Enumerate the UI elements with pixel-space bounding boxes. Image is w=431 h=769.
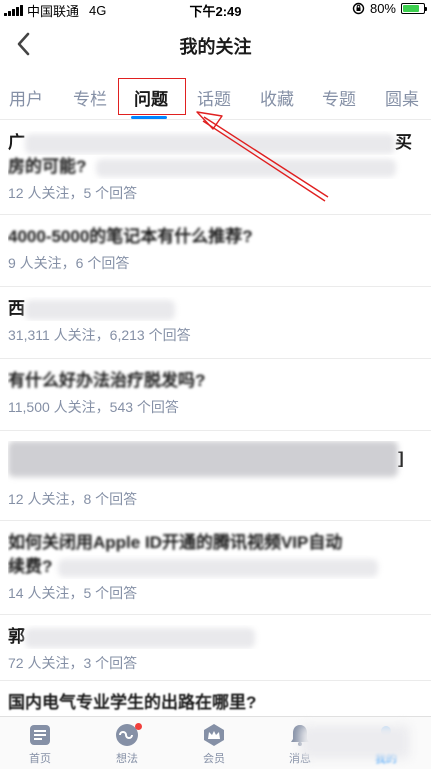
redacted-text [25,299,175,320]
list-item[interactable]: 有什么好办法治疗脱发吗? 11,500 人关注，543 个回答 [0,359,431,431]
question-title-line2: 续费? [8,555,421,579]
tab-topics[interactable]: 话题 [197,85,231,110]
redacted-text [58,558,379,577]
question-title: 郭 [8,625,421,649]
tab-specials[interactable]: 专题 [322,85,356,110]
page-title: 我的关注 [179,37,252,57]
status-bar: 中国联通 4G 下午2:49 80% [0,0,431,19]
question-title: 如何关闭用Apple ID开通的腾讯视频VIP自动 [8,533,343,552]
tabbar-vip-label: 会员 [203,753,225,765]
bottom-tab-bar: 首页 想法 会员 消息 我的 [0,716,431,769]
tab-columns[interactable]: 专栏 [73,85,107,110]
list-item[interactable]: 广买 房的可能? 12 人关注，5 个回答 [0,121,431,215]
tabbar-home-label: 首页 [29,753,51,765]
question-stats: 12 人关注，8 个回答 [8,491,138,507]
redacted-text [96,158,397,177]
question-title: ] [8,441,421,485]
status-right: 80% [352,1,427,16]
tabbar-ideas[interactable]: 想法 [97,723,157,766]
question-list: 广买 房的可能? 12 人关注，5 个回答 4000-5000的笔记本有什么推荐… [0,121,431,721]
annotation-highlight-box [118,78,186,115]
active-tab-indicator [131,116,167,119]
rotation-lock-icon [352,2,365,15]
question-stats: 12 人关注，5 个回答 [8,185,138,201]
list-item[interactable]: 郭 72 人关注，3 个回答 [0,615,431,681]
notification-badge [135,723,142,730]
list-item[interactable]: ] 12 人关注，8 个回答 [0,431,431,521]
question-stats: 31,311 人关注，6,213 个回答 [8,327,191,343]
question-title: 广买 [8,133,412,154]
question-title: 有什么好办法治疗脱发吗? [8,371,206,390]
tab-roundtables[interactable]: 圆桌 [385,85,419,110]
question-title: 西 [8,297,421,321]
question-stats: 72 人关注，3 个回答 [8,655,138,671]
tab-collections[interactable]: 收藏 [260,85,294,110]
redacted-text [25,627,255,648]
tabbar-ideas-label: 想法 [116,753,138,765]
crown-icon [204,724,224,746]
question-title: 国内电气专业学生的出路在哪里? [8,693,257,712]
list-item[interactable]: 西 31,311 人关注，6,213 个回答 [0,287,431,359]
nav-bar: 我的关注 [0,18,431,70]
home-icon [30,725,50,745]
list-item[interactable]: 如何关闭用Apple ID开通的腾讯视频VIP自动 续费? 14 人关注，5 个… [0,521,431,615]
question-title: 4000-5000的笔记本有什么推荐? [8,227,253,246]
question-stats: 14 人关注，5 个回答 [8,585,138,601]
redacted-text [25,133,395,154]
tab-users[interactable]: 用户 [9,85,43,110]
tabbar-home[interactable]: 首页 [10,723,70,766]
battery-fill [403,5,419,12]
redacted-text [8,441,398,477]
question-stats: 11,500 人关注，543 个回答 [8,399,179,415]
battery-percent: 80% [369,1,396,16]
battery-icon [401,3,427,14]
tab-bar: 用户 专栏 问题 话题 收藏 专题 圆桌 [0,70,431,120]
question-stats: 9 人关注，6 个回答 [8,255,130,271]
list-item[interactable]: 国内电气专业学生的出路在哪里? [0,681,431,721]
redacted-region [300,725,410,759]
question-title-line2: 房的可能? [8,155,421,179]
tabbar-vip[interactable]: 会员 [184,723,244,766]
list-item[interactable]: 4000-5000的笔记本有什么推荐? 9 人关注，6 个回答 [0,215,431,287]
